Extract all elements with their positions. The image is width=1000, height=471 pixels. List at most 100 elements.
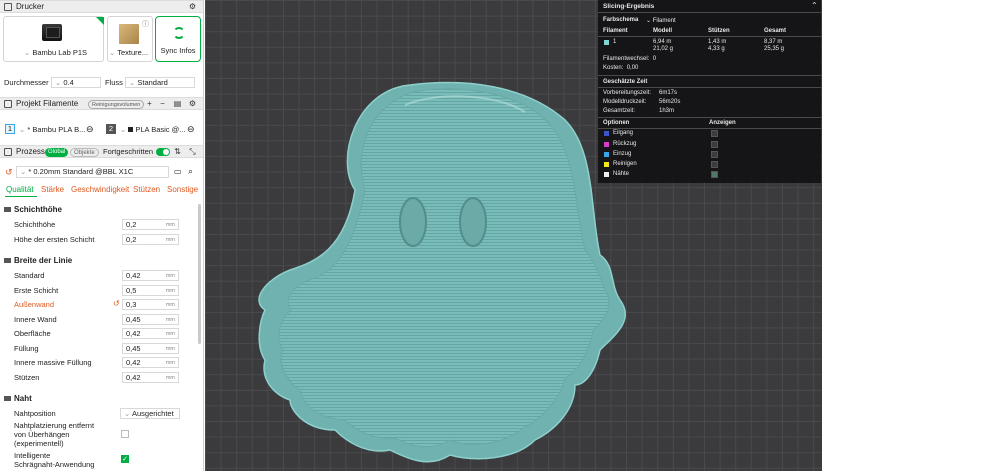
- divider: [598, 128, 821, 129]
- total-time-value: 1h3m: [659, 108, 675, 114]
- tab-quality[interactable]: Qualität: [6, 185, 34, 194]
- plate-thumbnail: [119, 24, 139, 44]
- chevron-down-icon: ⌄: [646, 18, 653, 24]
- option-wipe-toggle[interactable]: [711, 161, 718, 168]
- diameter-select[interactable]: ⌄ 0.4: [51, 77, 101, 88]
- slot-1-select[interactable]: ⌄ * Bambu PLA B...: [19, 125, 85, 134]
- line-width-internal-solid-input[interactable]: 0,42 mm: [122, 357, 179, 368]
- line-width-first-layer-input[interactable]: 0,5 mm: [122, 285, 179, 296]
- plate-name-row[interactable]: ⌄ Texture...: [109, 48, 148, 57]
- line-width-inner-wall-label: Innere Wand: [14, 315, 57, 324]
- tab-others[interactable]: Sonstige: [167, 185, 198, 194]
- filament-section-header[interactable]: Projekt Filamente Reinigungsvolumen + − …: [0, 97, 203, 110]
- option-travel-toggle[interactable]: [711, 130, 718, 137]
- chevron-down-icon: ⌄: [109, 48, 118, 57]
- process-preset-name: * 0.20mm Standard @BBL X1C: [28, 167, 134, 176]
- sync-infos-button[interactable]: Sync Infos: [155, 16, 201, 62]
- gear-icon[interactable]: ⚙: [188, 99, 197, 108]
- process-section-header[interactable]: Prozess Global Objekte Fortgeschritten ⇅…: [0, 145, 203, 158]
- option-seams-toggle[interactable]: [711, 171, 718, 178]
- option-retract-toggle[interactable]: [711, 141, 718, 148]
- search-icon[interactable]: ⌕: [188, 166, 193, 177]
- add-icon[interactable]: +: [145, 99, 154, 108]
- info-icon[interactable]: ⓘ: [142, 19, 149, 29]
- total-time-label: Gesamtzeit:: [603, 108, 636, 114]
- printer-section-header[interactable]: Drucker ⚙: [0, 0, 203, 13]
- col-total: Gesamt: [764, 28, 787, 34]
- sync-icon: [173, 27, 185, 39]
- flow-select[interactable]: ⌄ Standard: [125, 77, 195, 88]
- seam-placement-label-3: (experimentell): [14, 439, 64, 448]
- remove-slot-1-icon[interactable]: ⊖: [86, 124, 94, 135]
- slot-2-color: [128, 127, 134, 132]
- line-width-outer-wall-input[interactable]: 0,3 mm: [122, 299, 179, 310]
- remove-icon[interactable]: −: [158, 99, 167, 108]
- prep-time-value: 6m17s: [659, 90, 678, 96]
- collapse-icon[interactable]: ⌃: [811, 1, 818, 10]
- save-preset-icon[interactable]: ▭: [174, 167, 182, 176]
- line-width-support-input[interactable]: 0,42 mm: [122, 372, 179, 383]
- active-tab-indicator: [5, 196, 37, 197]
- filament-changes-row: Filamentwechsel: 0: [603, 56, 657, 62]
- selected-corner-indicator: [96, 17, 104, 25]
- smart-scarf-checkbox[interactable]: ✓: [121, 455, 129, 463]
- line-width-inner-wall-input[interactable]: 0,45 mm: [122, 314, 179, 325]
- divider: [598, 36, 821, 37]
- unretract-color-swatch: [604, 152, 609, 157]
- color-scheme-select[interactable]: ⌄ Filament: [646, 17, 676, 24]
- seams-color-swatch: [604, 172, 609, 177]
- slot-2-select[interactable]: ⌄ PLA Basic @...: [120, 125, 186, 134]
- printer-name-row[interactable]: ⌄ Bambu Lab P1S: [24, 48, 87, 57]
- model-time-label: Modelldruckzeit:: [603, 99, 647, 105]
- layer-height-section-title: Schichthöhe: [4, 205, 62, 214]
- line-width-infill-input[interactable]: 0,45 mm: [122, 343, 179, 354]
- global-pill[interactable]: Global: [45, 148, 69, 157]
- color-scheme-label: Farbschema: [603, 17, 639, 23]
- reset-icon[interactable]: ↺: [113, 299, 120, 308]
- line-width-top-surface-input[interactable]: 0,42 mm: [122, 328, 179, 339]
- compare-icon[interactable]: ⇅: [173, 147, 182, 156]
- objects-pill[interactable]: Objekte: [70, 148, 99, 157]
- options-header: Optionen: [603, 120, 630, 126]
- collapse-icon[interactable]: ⤡: [188, 147, 197, 156]
- seam-placement-checkbox[interactable]: [121, 430, 129, 438]
- estimated-time-title: Geschätzte Zeit: [603, 79, 648, 85]
- option-unretract-toggle[interactable]: [711, 151, 718, 158]
- col-support: Stützen: [708, 28, 730, 34]
- filament-section-title: Projekt Filamente: [16, 99, 79, 108]
- support-length: 1,43 m: [708, 39, 727, 45]
- reset-icon[interactable]: ↺: [5, 167, 13, 178]
- retract-color-swatch: [604, 142, 609, 147]
- line-width-icon: [4, 258, 11, 264]
- advanced-toggle[interactable]: [156, 148, 170, 156]
- process-section-title: Prozess: [16, 147, 45, 156]
- printer-section-title: Drucker: [16, 2, 45, 11]
- flow-label: Fluss: [105, 78, 123, 87]
- chevron-down-icon: ⌄: [124, 409, 132, 418]
- sync-filament-icon[interactable]: ▤: [173, 99, 182, 108]
- option-wipe-label: Reinigen: [613, 161, 637, 167]
- seam-icon: [4, 396, 11, 402]
- layer-height-label: Schichthöhe: [14, 220, 56, 229]
- purge-volume-button[interactable]: Reinigungsvolumen: [88, 100, 145, 109]
- process-preset-select[interactable]: ⌄ * 0.20mm Standard @BBL X1C: [16, 166, 169, 178]
- gear-icon[interactable]: ⚙: [188, 2, 197, 11]
- tab-support[interactable]: Stützen: [133, 185, 160, 194]
- layers-icon: [4, 207, 11, 213]
- line-width-top-surface-label: Oberfläche: [14, 329, 51, 338]
- remove-slot-2-icon[interactable]: ⊖: [187, 124, 195, 135]
- layer-height-input[interactable]: 0,2 mm: [122, 219, 179, 230]
- chevron-down-icon: ⌄: [120, 125, 129, 134]
- option-retract-label: Rückzug: [613, 141, 637, 147]
- printer-name: Bambu Lab P1S: [32, 48, 87, 57]
- line-width-default-input[interactable]: 0,42 mm: [122, 270, 179, 281]
- scrollbar[interactable]: [198, 204, 201, 344]
- col-filament: Filament: [603, 28, 628, 34]
- filament-id: 1: [613, 39, 617, 45]
- seam-position-select[interactable]: ⌄ Ausgerichtet: [120, 408, 180, 419]
- tab-speed[interactable]: Geschwindigkeit: [71, 185, 129, 194]
- prep-time-label: Vorbereitungszeit:: [603, 90, 652, 96]
- tab-strength[interactable]: Stärke: [41, 185, 64, 194]
- first-layer-height-input[interactable]: 0,2 mm: [122, 234, 179, 245]
- total-weight: 25,35 g: [764, 46, 785, 52]
